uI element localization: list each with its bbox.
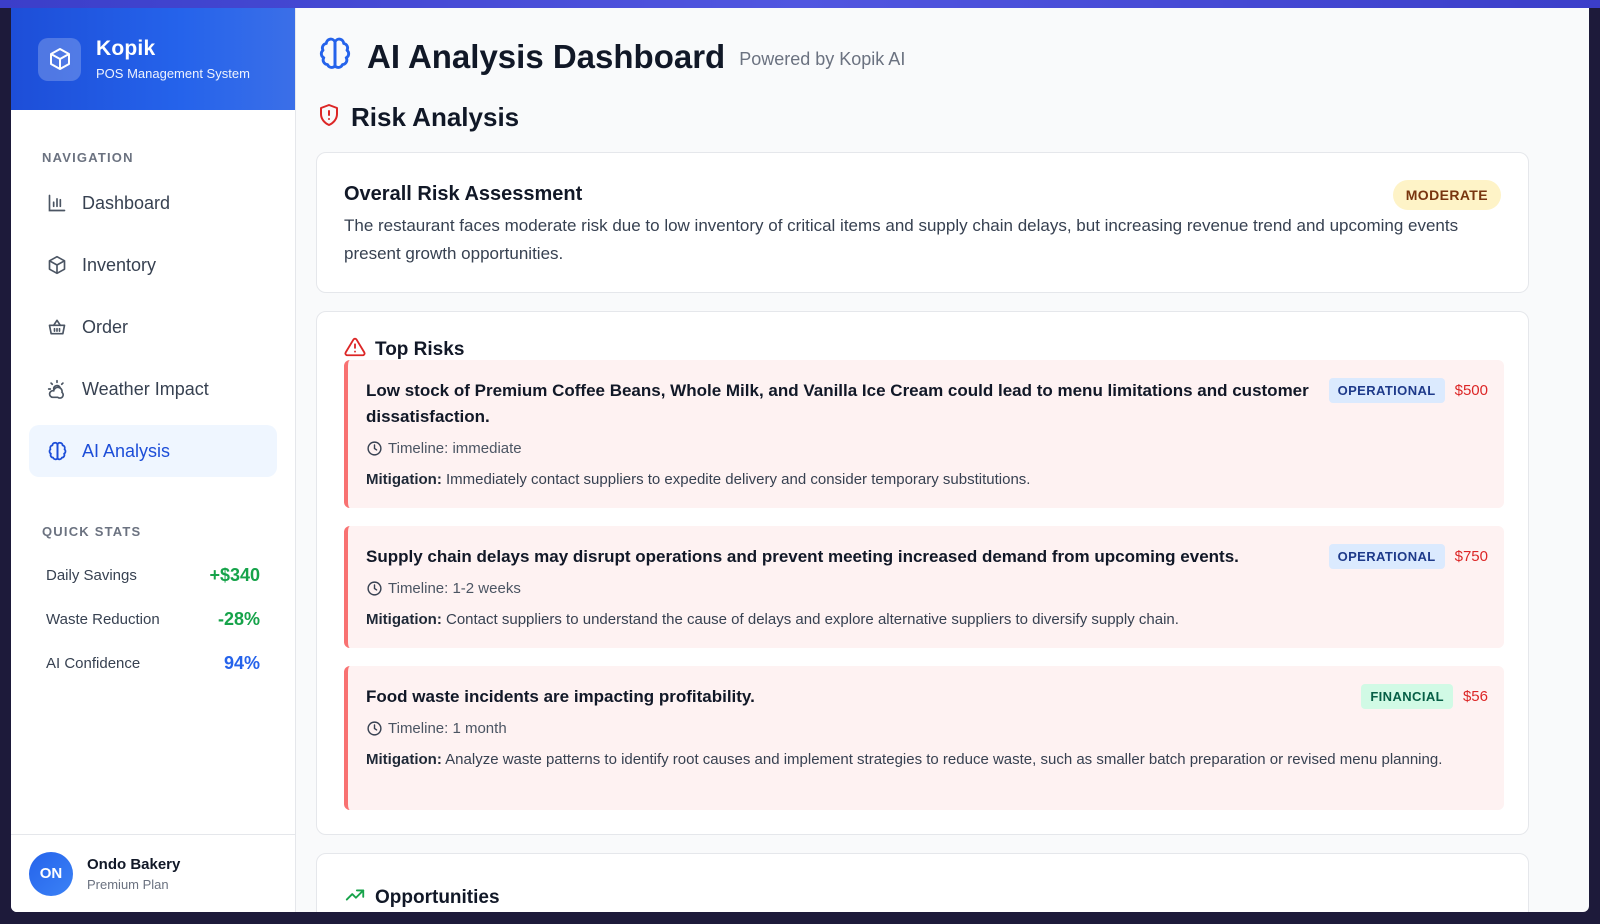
avatar: ON [29,851,73,896]
mitigation-label: Mitigation: [366,471,442,488]
mitigation-text: Analyze waste patterns to identify root … [445,751,1443,768]
user-name: Ondo Bakery [87,855,181,873]
sidebar-item-order[interactable]: Order [29,301,277,353]
risk-meta: OPERATIONAL $750 [1328,544,1488,569]
timeline-text: Timeline: 1 month [388,720,507,737]
page-title: AI Analysis Dashboard [367,37,726,75]
nav-section-label: NAVIGATION [42,150,134,165]
sun-cloud-icon [46,378,68,400]
sidebar-item-dashboard[interactable]: Dashboard [29,177,277,229]
opportunities-title: Opportunities [375,886,500,908]
brand-header: Kopik POS Management System [11,8,295,110]
mitigation-label: Mitigation: [366,611,442,628]
timeline-text: Timeline: 1-2 weeks [388,580,521,597]
mitigation-text: Contact suppliers to understand the caus… [446,611,1179,628]
risk-level-badge: MODERATE [1392,180,1501,210]
brain-icon [317,36,353,77]
brain-icon [46,440,68,462]
mitigation-text: Immediately contact suppliers to expedit… [446,471,1031,488]
risk-mitigation: Mitigation: Contact suppliers to underst… [366,609,1476,631]
risk-mitigation: Mitigation: Analyze waste patterns to id… [366,749,1476,771]
sidebar-item-label: Order [82,316,129,337]
quick-stats: QUICK STATS Daily Savings +$340 Waste Re… [11,524,295,685]
stat-daily-savings: Daily Savings +$340 [11,553,295,597]
overall-risk-description: The restaurant faces moderate risk due t… [344,216,1459,263]
basket-icon [46,316,68,338]
clock-icon [366,580,383,597]
risk-description: Food waste incidents are impacting profi… [366,687,755,706]
risk-mitigation: Mitigation: Immediately contact supplier… [366,469,1476,491]
risk-description: Low stock of Premium Coffee Beans, Whole… [366,381,1309,426]
risk-item: Food waste incidents are impacting profi… [344,666,1504,810]
top-risks-title: Top Risks [375,338,465,360]
stat-value: -28% [217,608,260,629]
stat-label: Waste Reduction [46,610,160,628]
clock-icon [366,720,383,737]
risk-amount: $500 [1454,382,1488,399]
risk-amount: $56 [1462,688,1488,705]
stat-label: AI Confidence [46,654,141,672]
clock-icon [366,440,383,457]
sidebar-item-label: Inventory [82,254,157,275]
warning-triangle-icon [344,336,366,363]
sidebar-navigation: NAVIGATION Dashboard Inventory Order Wea… [11,150,295,487]
sidebar-item-label: Weather Impact [82,378,209,399]
risk-category-badge: OPERATIONAL [1328,378,1445,403]
risk-timeline: Timeline: immediate [366,440,1486,457]
window-top-accent-bar [0,0,1600,8]
sidebar-item-label: Dashboard [82,192,171,213]
risk-item: Supply chain delays may disrupt operatio… [344,526,1504,648]
box-icon [46,254,68,276]
risk-category-badge: FINANCIAL [1361,684,1453,709]
page-header: AI Analysis Dashboard Powered by Kopik A… [317,36,905,77]
sidebar: Kopik POS Management System NAVIGATION D… [11,8,296,912]
opportunities-header: Opportunities [344,884,1501,911]
bar-chart-icon [46,192,68,214]
top-risks-header: Top Risks [344,336,1501,363]
box-logo-icon [38,37,81,81]
trending-up-icon [344,884,366,911]
risk-analysis-header: Risk Analysis [317,102,519,133]
opportunities-card: Opportunities [316,853,1529,912]
section-title: Risk Analysis [351,102,520,132]
sidebar-item-ai-analysis[interactable]: AI Analysis [29,425,277,477]
risk-amount: $750 [1454,548,1488,565]
page-subtitle: Powered by Kopik AI [739,48,906,69]
risk-item: Low stock of Premium Coffee Beans, Whole… [344,360,1504,508]
risk-timeline: Timeline: 1 month [366,720,1486,737]
sidebar-item-weather-impact[interactable]: Weather Impact [29,363,277,415]
risk-description: Supply chain delays may disrupt operatio… [366,547,1239,566]
overall-risk-title: Overall Risk Assessment [344,183,583,205]
main-content: AI Analysis Dashboard Powered by Kopik A… [295,8,1589,912]
stat-value: +$340 [209,564,260,585]
brand-name: Kopik [96,37,156,60]
timeline-text: Timeline: immediate [388,440,522,457]
risk-timeline: Timeline: 1-2 weeks [366,580,1486,597]
overall-risk-card: Overall Risk Assessment MODERATE The res… [316,152,1529,293]
stat-value: 94% [223,652,260,673]
stats-section-label: QUICK STATS [42,524,142,539]
brand-subtitle: POS Management System [96,66,250,81]
user-profile[interactable]: ON Ondo Bakery Premium Plan [11,834,295,912]
sidebar-item-label: AI Analysis [82,440,171,461]
shield-alert-icon [317,102,341,133]
stat-label: Daily Savings [46,566,137,584]
stat-waste-reduction: Waste Reduction -28% [11,597,295,641]
app-window: Kopik POS Management System NAVIGATION D… [11,8,1589,912]
risk-meta: FINANCIAL $56 [1361,684,1488,709]
stat-ai-confidence: AI Confidence 94% [11,641,295,685]
sidebar-item-inventory[interactable]: Inventory [29,239,277,291]
risk-category-badge: OPERATIONAL [1328,544,1445,569]
mitigation-label: Mitigation: [366,751,442,768]
user-plan: Premium Plan [87,876,169,892]
top-risks-card: Top Risks Low stock of Premium Coffee Be… [316,311,1529,835]
risk-meta: OPERATIONAL $500 [1328,378,1488,403]
